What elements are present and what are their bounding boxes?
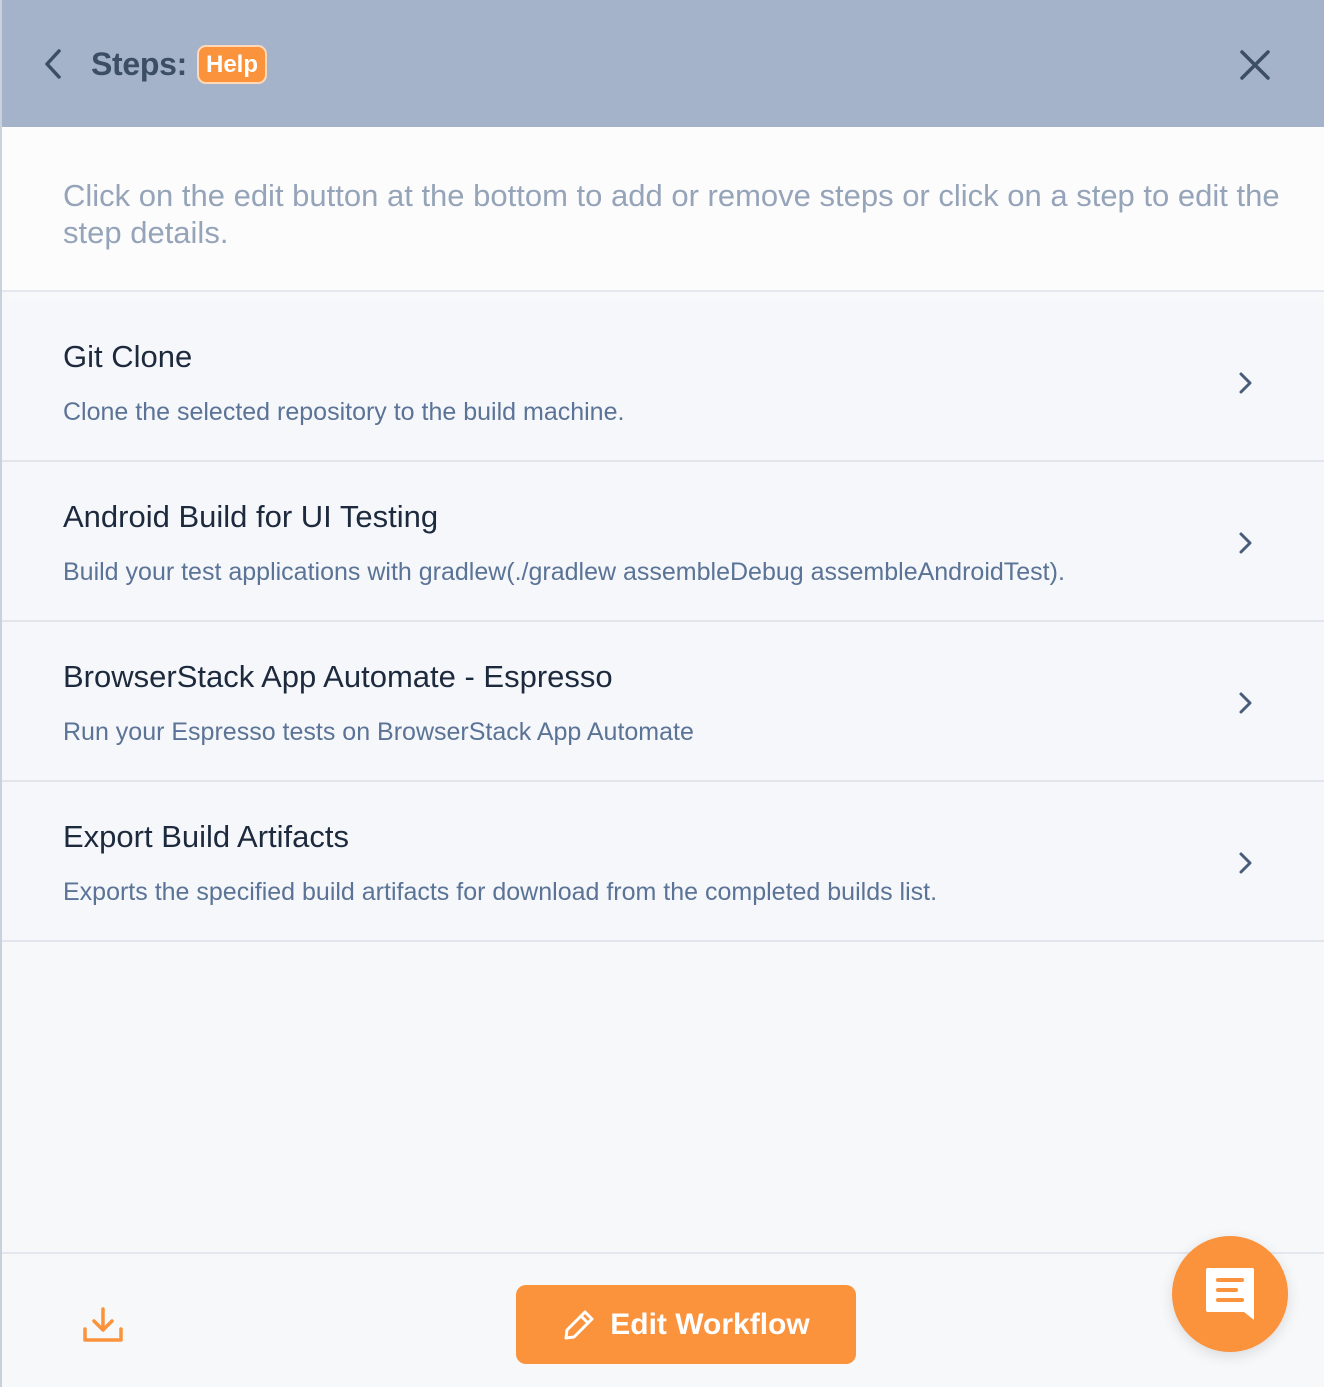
- panel-header: Steps: Help: [2, 0, 1324, 127]
- step-title: Android Build for UI Testing: [63, 499, 439, 534]
- pencil-icon: [564, 1310, 594, 1339]
- chat-button[interactable]: [1172, 1236, 1288, 1352]
- intro-section: Click on the edit button at the bottom t…: [2, 127, 1324, 292]
- step-item-git-clone[interactable]: Git Clone Clone the selected repository …: [2, 302, 1324, 462]
- step-item-android-build[interactable]: Android Build for UI Testing Build your …: [2, 462, 1324, 622]
- step-item-browserstack-espresso[interactable]: BrowserStack App Automate - Espresso Run…: [2, 622, 1324, 782]
- chevron-left-icon: [45, 49, 61, 79]
- step-description: Exports the specified build artifacts fo…: [63, 878, 938, 906]
- close-button[interactable]: [1232, 42, 1278, 88]
- steps-panel: Steps: Help Click on the edit button at …: [0, 0, 1324, 1387]
- chevron-right-icon: [1234, 688, 1256, 718]
- download-button[interactable]: [80, 1304, 126, 1346]
- step-description: Build your test applications with gradle…: [63, 558, 1065, 586]
- step-title: BrowserStack App Automate - Espresso: [63, 659, 613, 694]
- chevron-right-icon: [1234, 848, 1256, 878]
- step-description: Clone the selected repository to the bui…: [63, 398, 625, 426]
- back-button[interactable]: [36, 44, 70, 84]
- download-icon: [83, 1307, 123, 1342]
- edit-workflow-button[interactable]: Edit Workflow: [516, 1285, 856, 1364]
- close-icon: [1240, 50, 1270, 80]
- step-title: Export Build Artifacts: [63, 819, 350, 854]
- page-title: Steps:: [91, 46, 187, 82]
- steps-list: Git Clone Clone the selected repository …: [2, 302, 1324, 942]
- step-item-export-artifacts[interactable]: Export Build Artifacts Exports the speci…: [2, 782, 1324, 942]
- edit-workflow-label: Edit Workflow: [610, 1307, 810, 1341]
- panel-footer: Edit Workflow: [2, 1252, 1324, 1387]
- step-description: Run your Espresso tests on BrowserStack …: [63, 718, 694, 746]
- chevron-right-icon: [1234, 368, 1256, 398]
- help-button[interactable]: Help: [197, 45, 267, 84]
- chat-icon: [1206, 1268, 1254, 1320]
- step-title: Git Clone: [63, 339, 193, 374]
- chevron-right-icon: [1234, 528, 1256, 558]
- intro-text: Click on the edit button at the bottom t…: [63, 178, 1280, 250]
